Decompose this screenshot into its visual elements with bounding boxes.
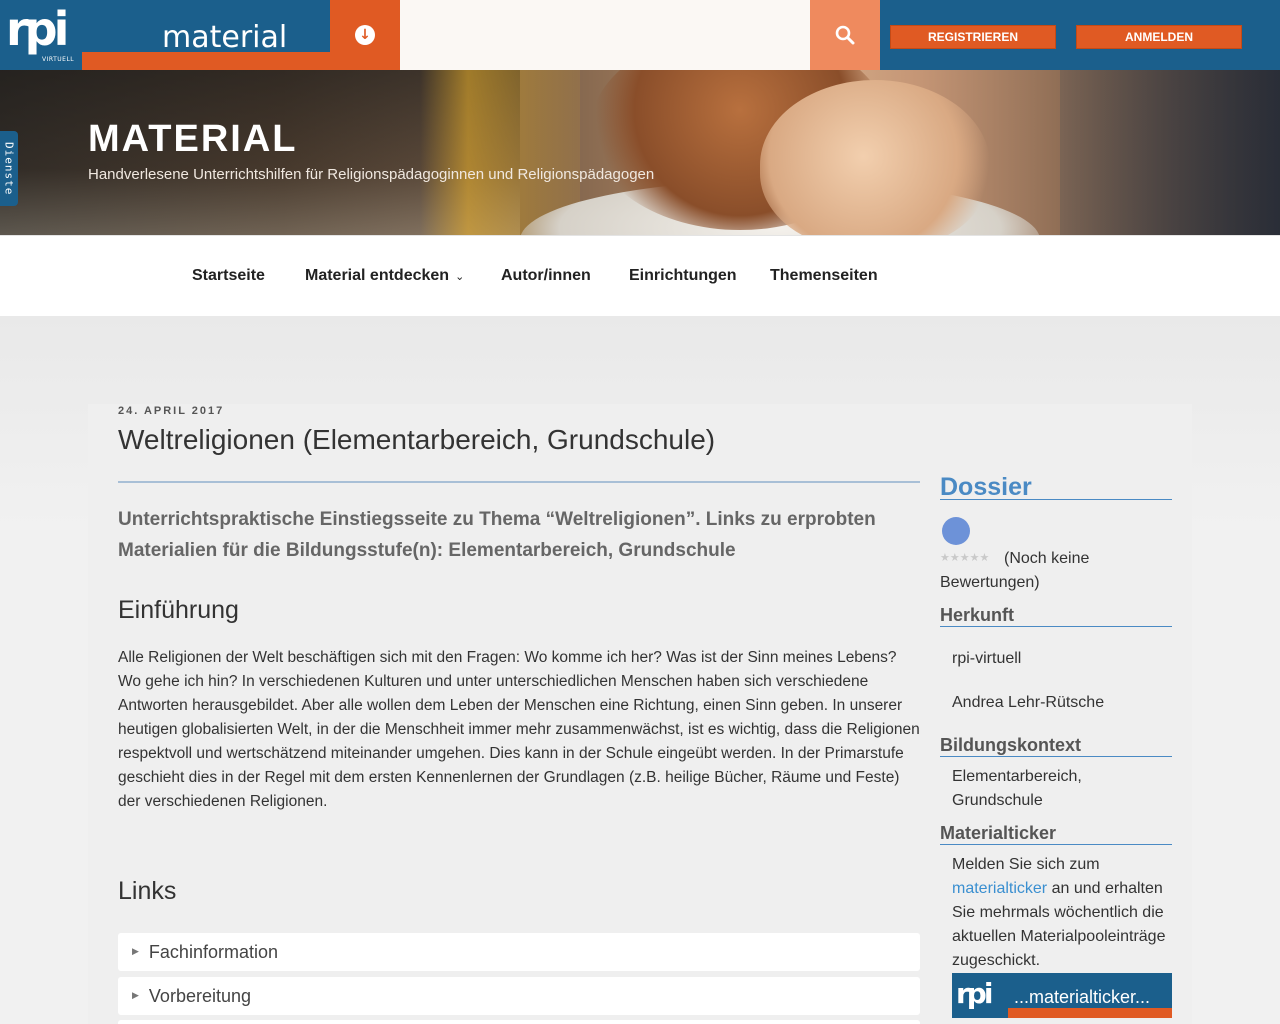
- caret-right-icon: ▶: [132, 947, 139, 957]
- site-name-box[interactable]: material: [82, 0, 330, 70]
- dienste-label: Dienste: [2, 141, 16, 196]
- hero-title: MATERIAL: [88, 118, 298, 160]
- materialticker-banner[interactable]: rpi ...materialticker...: [952, 973, 1172, 1018]
- nav-item-einrichtungen[interactable]: Einrichtungen: [629, 267, 737, 285]
- sidebar-title-rule: [940, 499, 1172, 500]
- accordion-next[interactable]: [118, 1020, 920, 1024]
- search-input[interactable]: [400, 0, 810, 70]
- site-logo[interactable]: rpi VIRTUELL: [0, 0, 82, 70]
- register-button[interactable]: REGISTRIEREN: [890, 25, 1056, 49]
- hero-background-right: [1060, 70, 1280, 235]
- page-title: Weltreligionen (Elementarbereich, Grunds…: [118, 424, 716, 455]
- site-name-stripe: [82, 52, 330, 70]
- bildung-value: Elementarbereich, Grundschule: [952, 768, 1082, 809]
- main-navigation: Startseite Material entdecken ⌄ Autor/inn…: [0, 235, 1280, 316]
- nav-item-autor-innen[interactable]: Autor/innen: [501, 267, 591, 285]
- intro-heading: Einführung: [118, 596, 239, 624]
- ticker-text: Melden Sie sich zum materialticker an un…: [952, 853, 1172, 973]
- intro-text: Alle Religionen der Welt beschäftigen si…: [118, 649, 920, 810]
- bildung-rule: [940, 756, 1172, 757]
- accordion-label: Fachinformation: [148, 941, 278, 962]
- sidebar-title: Dossier: [940, 473, 1032, 501]
- login-button[interactable]: ANMELDEN: [1076, 25, 1242, 49]
- materialticker-link[interactable]: materialticker: [952, 880, 1047, 897]
- post-lead: Unterrichtspraktische Einstiegsseite zu …: [118, 509, 876, 561]
- accordion-fachinformation[interactable]: ▶ Fachinformation: [118, 933, 920, 971]
- nav-item-themenseiten[interactable]: Themenseiten: [770, 267, 878, 285]
- post-date: 24. APRIL 2017: [118, 405, 225, 417]
- search-button[interactable]: [810, 0, 880, 70]
- bildung-heading: Bildungskontext: [940, 735, 1082, 755]
- nav-item-startseite[interactable]: Startseite: [192, 267, 265, 285]
- herkunft-heading: Herkunft: [940, 605, 1015, 625]
- chevron-down-icon: ⌄: [455, 270, 465, 283]
- hero-subtitle: Handverlesene Unterrichtshilfen für Reli…: [88, 166, 655, 183]
- dossier-avatar: [942, 517, 970, 545]
- download-menu-button[interactable]: ↓: [330, 0, 400, 70]
- banner-logo: rpi: [956, 977, 993, 1010]
- accordion-vorbereitung[interactable]: ▶ Vorbereitung: [118, 977, 920, 1015]
- logo-text: rpi: [6, 2, 69, 56]
- ticker-rule: [940, 844, 1172, 845]
- logo-subtext: VIRTUELL: [42, 56, 75, 63]
- hero-person-face: [760, 80, 990, 235]
- site-name: material: [162, 20, 288, 55]
- ticker-text-before: Melden Sie sich zum: [952, 856, 1100, 873]
- accordion-label: Vorbereitung: [148, 985, 251, 1006]
- banner-stripe: [1008, 1008, 1172, 1018]
- nav-item-material-entdecken[interactable]: Material entdecken ⌄: [305, 267, 464, 285]
- links-heading: Links: [118, 877, 177, 905]
- nav-item-label: Material entdecken: [305, 267, 450, 284]
- herkunft-source: rpi-virtuell: [952, 650, 1022, 667]
- banner-text: ...materialticker...: [1014, 987, 1151, 1007]
- title-divider: [118, 481, 920, 483]
- herkunft-rule: [940, 626, 1172, 627]
- herkunft-author: Andrea Lehr-Rütsche: [952, 694, 1105, 711]
- rating-text: (Noch keine Bewertungen): [940, 550, 1090, 591]
- ticker-heading: Materialticker: [940, 823, 1057, 843]
- dienste-tab[interactable]: Dienste: [0, 131, 18, 206]
- caret-right-icon: ▶: [132, 991, 139, 1001]
- arrow-down-circle-icon: ↓: [355, 25, 375, 45]
- search-icon: [835, 25, 855, 45]
